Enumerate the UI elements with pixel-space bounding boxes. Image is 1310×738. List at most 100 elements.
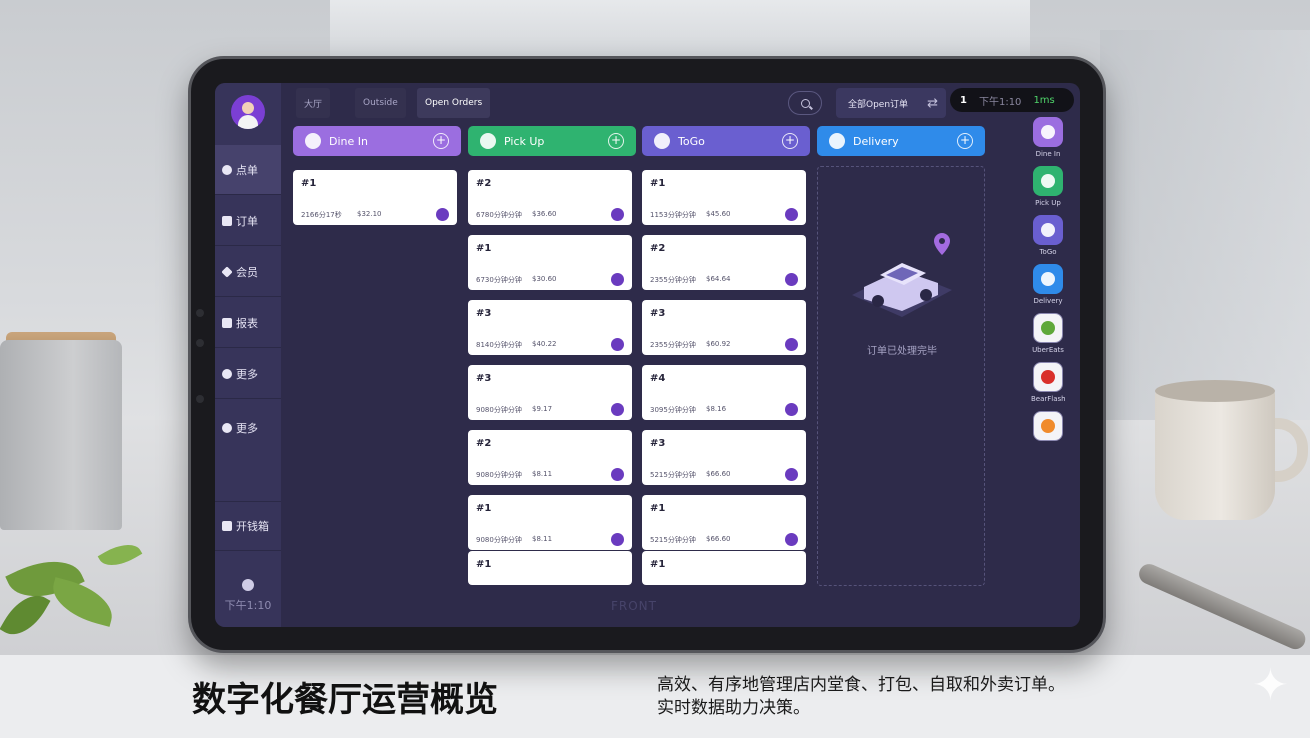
hand-pointer-icon [222, 164, 232, 175]
tab-hall[interactable]: 大厅 [296, 88, 331, 118]
add-pick-up-order-button[interactable]: + [608, 133, 624, 149]
sparkle-icon: ✦ [1252, 660, 1289, 711]
rail-icon-box [1033, 313, 1063, 343]
camera-dot [196, 309, 204, 317]
tab-open-orders[interactable]: Open Orders [417, 88, 491, 118]
all-open-orders-label: 全部Open订单 [848, 99, 909, 110]
order-card[interactable]: #1 [642, 551, 806, 585]
order-total: $8.11 [532, 470, 553, 478]
sidebar-item-more[interactable]: 更多 [215, 349, 281, 399]
camera-dot [196, 395, 204, 403]
rail-item[interactable]: UberEats [1031, 313, 1065, 354]
rail-item[interactable] [1031, 411, 1065, 444]
order-number: #1 [650, 559, 666, 570]
rail-label: ToGo [1039, 248, 1057, 256]
staff-avatar-icon [611, 338, 624, 351]
order-card[interactable]: #2 9080分钟分钟 $8.11 [468, 430, 632, 485]
order-card[interactable]: #1 1153分钟分钟 $45.60 [642, 170, 806, 225]
background-window [330, 0, 1030, 60]
order-total: $45.60 [706, 210, 731, 218]
staff-avatar-icon [611, 403, 624, 416]
pickup-bag-icon [480, 133, 496, 149]
avatar-head [242, 102, 254, 114]
order-card[interactable]: #3 5215分钟分钟 $66.60 [642, 430, 806, 485]
background-shelf [1100, 30, 1310, 430]
rail-item[interactable]: Delivery [1031, 264, 1065, 305]
order-elapsed: 9080分钟分钟 [476, 471, 522, 479]
add-togo-order-button[interactable]: + [782, 133, 798, 149]
rail-item[interactable]: Pick Up [1031, 166, 1065, 207]
dine-in-icon [305, 133, 321, 149]
order-card[interactable]: #2 6780分钟分钟 $36.60 [468, 170, 632, 225]
bearflash-icon [1041, 370, 1055, 384]
order-card[interactable]: #1 5215分钟分钟 $66.60 [642, 495, 806, 550]
swap-icon: ⇄ [927, 96, 938, 111]
sidebar-item-members[interactable]: 会员 [215, 247, 281, 297]
order-number: #3 [476, 373, 492, 384]
add-delivery-order-button[interactable]: + [957, 133, 973, 149]
order-total: $8.11 [532, 535, 553, 543]
order-card[interactable]: #1 [468, 551, 632, 585]
order-number: #2 [476, 178, 492, 189]
order-card[interactable]: #4 3095分钟分钟 $8.16 [642, 365, 806, 420]
order-elapsed: 2355分钟分钟 [650, 276, 696, 284]
rail-icon-box [1033, 411, 1063, 441]
rail-icon-box [1033, 264, 1063, 294]
order-elapsed: 2166分17秒 [301, 211, 342, 219]
pickup-bag-icon [1041, 174, 1055, 188]
caption-description: 高效、有序地管理店内堂食、打包、自取和外卖订单。 实时数据助力决策。 [657, 674, 1065, 720]
home-icon [1041, 419, 1055, 433]
rail-icon-box [1033, 362, 1063, 392]
order-card[interactable]: #1 6730分钟分钟 $30.60 [468, 235, 632, 290]
sidebar: 点单 订单 会员 报表 更多 更多 开钱箱 下午1:10 [215, 83, 281, 627]
receipt-icon [222, 215, 232, 226]
sidebar-item-more-2[interactable]: 更多 [215, 403, 281, 453]
sidebar-item-order[interactable]: 点单 [215, 145, 281, 195]
gear-icon [222, 423, 232, 433]
staff-avatar-icon [611, 468, 624, 481]
column-header-pick-up: Pick Up + [468, 126, 636, 156]
order-number: #2 [476, 438, 492, 449]
order-elapsed: 5215分钟分钟 [650, 471, 696, 479]
column-title: Dine In [329, 134, 368, 148]
brand-watermark: FRONT [611, 599, 657, 613]
user-avatar[interactable] [231, 95, 265, 129]
caption-line: 实时数据助力决策。 [657, 698, 810, 718]
order-total: $9.17 [532, 405, 553, 413]
sidebar-item-cash-drawer[interactable]: 开钱箱 [215, 501, 281, 551]
pos-screen: 点单 订单 会员 报表 更多 更多 开钱箱 下午1:10 大厅 Outside … [215, 83, 1080, 627]
order-elapsed: 6730分钟分钟 [476, 276, 522, 284]
diamond-icon [221, 265, 233, 278]
order-card[interactable]: #2 2355分钟分钟 $64.64 [642, 235, 806, 290]
avatar-body [238, 115, 258, 129]
order-number: #1 [650, 503, 666, 514]
order-card[interactable]: #1 9080分钟分钟 $8.11 [468, 495, 632, 550]
order-card[interactable]: #1 2166分17秒 $32.10 [293, 170, 457, 225]
search-button[interactable] [788, 91, 822, 115]
tab-outside[interactable]: Outside [355, 88, 406, 118]
add-dine-in-order-button[interactable]: + [433, 133, 449, 149]
order-total: $60.92 [706, 340, 731, 348]
order-elapsed: 1153分钟分钟 [650, 211, 696, 219]
rail-item[interactable]: ToGo [1031, 215, 1065, 256]
rail-icon-box [1033, 166, 1063, 196]
sidebar-item-orders[interactable]: 订单 [215, 196, 281, 246]
delivery-empty-message: 订单已处理完毕 [867, 346, 937, 357]
order-card[interactable]: #3 8140分钟分钟 $40.22 [468, 300, 632, 355]
chart-icon [222, 317, 232, 328]
rail-item[interactable]: Dine In [1031, 117, 1065, 158]
staff-avatar-icon [785, 273, 798, 286]
all-open-orders-button[interactable]: 全部Open订单 ⇄ [836, 88, 946, 118]
sidebar-item-reports[interactable]: 报表 [215, 298, 281, 348]
order-card[interactable]: #3 9080分钟分钟 $9.17 [468, 365, 632, 420]
order-elapsed: 9080分钟分钟 [476, 536, 522, 544]
rail-item[interactable]: BearFlash [1031, 362, 1066, 403]
mug-rim [1155, 380, 1275, 402]
sidebar-item-label: 会员 [236, 265, 258, 279]
order-elapsed: 9080分钟分钟 [476, 406, 522, 414]
status-latency: 1ms [1033, 94, 1055, 106]
rail-label: UberEats [1032, 346, 1064, 354]
order-card[interactable]: #3 2355分钟分钟 $60.92 [642, 300, 806, 355]
staff-avatar-icon [611, 273, 624, 286]
status-time: 下午1:10 [978, 96, 1022, 108]
